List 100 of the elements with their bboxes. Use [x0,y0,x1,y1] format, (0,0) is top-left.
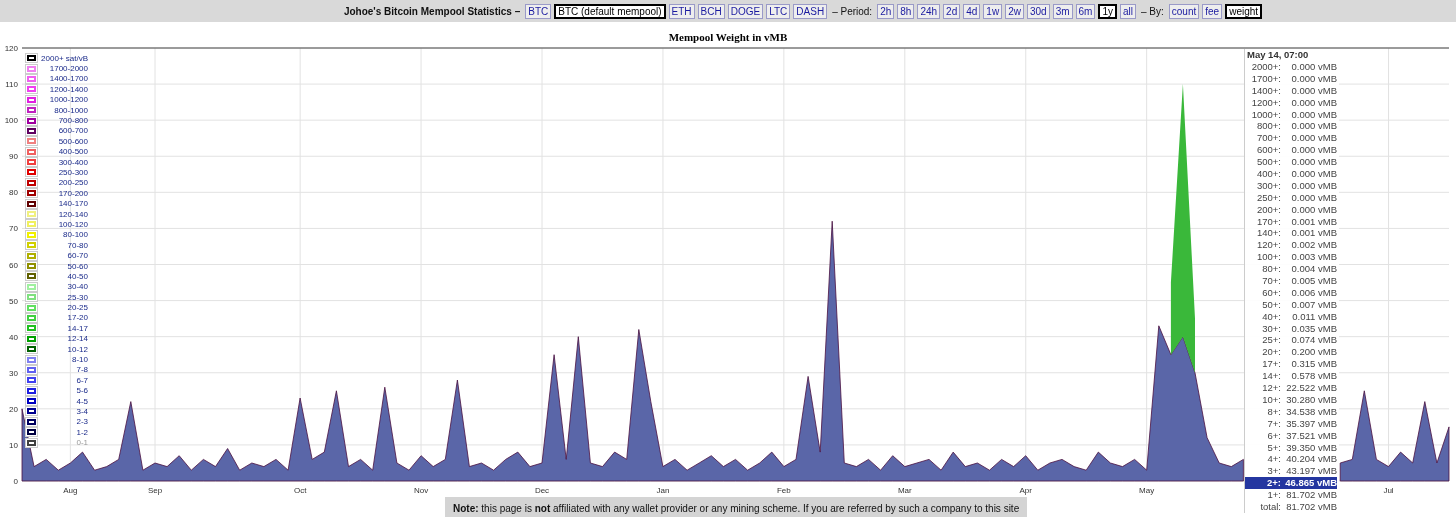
option-link[interactable]: 3m [1052,3,1073,19]
legend-swatch[interactable] [26,126,37,135]
legend-label[interactable]: 800-1000 [40,105,88,115]
legend-label[interactable]: 30-40 [40,282,88,292]
legend-label[interactable]: 3-4 [40,406,88,416]
legend-swatch[interactable] [26,106,37,115]
legend-swatch[interactable] [26,189,37,198]
option-link[interactable]: 1w [983,3,1003,19]
legend-label[interactable]: 4-5 [40,396,88,406]
legend-label[interactable]: 14-17 [40,323,88,333]
legend-swatch[interactable] [26,386,37,395]
option-link[interactable]: BTC (default mempool) [554,3,666,19]
legend-swatch[interactable] [26,116,37,125]
legend-label[interactable]: 2000+ sat/vB [40,53,88,63]
legend-swatch[interactable] [26,220,37,229]
legend-swatch[interactable] [26,74,37,83]
option-link[interactable]: LTC [766,3,791,19]
legend-swatch[interactable] [26,95,37,104]
legend-swatch[interactable] [26,168,37,177]
legend-swatch[interactable] [26,428,37,437]
legend-swatch[interactable] [26,158,37,167]
legend-label[interactable]: 120-140 [40,209,88,219]
legend-swatch[interactable] [26,178,37,187]
legend-swatch[interactable] [26,324,37,333]
option-link[interactable]: 8h [897,3,915,19]
legend-label[interactable]: 1400-1700 [40,74,88,84]
legend-swatch[interactable] [26,313,37,322]
legend-label[interactable]: 200-250 [40,178,88,188]
legend-label[interactable]: 12-14 [40,334,88,344]
legend-label[interactable]: 2-3 [40,417,88,427]
legend-label[interactable]: 700-800 [40,116,88,126]
legend-label[interactable]: 50-60 [40,261,88,271]
legend-swatch[interactable] [26,376,37,385]
option-link[interactable]: 24h [917,3,941,19]
legend-swatch[interactable] [26,303,37,312]
legend-label[interactable]: 300-400 [40,157,88,167]
legend-swatch[interactable] [26,85,37,94]
legend-label[interactable]: 170-200 [40,188,88,198]
legend-swatch[interactable] [26,64,37,73]
legend-label[interactable]: 400-500 [40,147,88,157]
legend-swatch[interactable] [26,407,37,416]
legend-label[interactable]: 5-6 [40,386,88,396]
legend-swatch[interactable] [26,210,37,219]
option-link[interactable]: 2d [943,3,961,19]
option-link[interactable]: DOGE [727,3,764,19]
option-link[interactable]: 2h [877,3,895,19]
option-link[interactable]: weight [1225,3,1263,19]
legend-swatch[interactable] [26,282,37,291]
tooltip-label: 5+: [1266,441,1281,454]
legend-swatch[interactable] [26,251,37,260]
option-link[interactable]: DASH [793,3,828,19]
legend-label[interactable]: 250-300 [40,168,88,177]
legend-swatch[interactable] [26,438,37,447]
legend-swatch[interactable] [26,417,37,426]
legend-label[interactable]: 40-50 [40,271,88,281]
legend-swatch[interactable] [26,262,37,270]
option-link[interactable]: 30d [1026,3,1050,19]
legend-swatch[interactable] [26,230,37,239]
legend-swatch[interactable] [26,365,37,374]
option-link[interactable]: ETH [668,3,695,19]
option-link[interactable]: count [1168,3,1200,19]
legend-label[interactable]: 17-20 [40,313,88,323]
legend-label[interactable]: 1-2 [40,427,88,437]
option-link[interactable]: fee [1202,3,1223,19]
legend-swatch[interactable] [26,293,37,302]
legend-swatch[interactable] [26,199,37,208]
legend-label[interactable]: 6-7 [40,375,88,385]
legend-label[interactable]: 60-70 [40,251,88,261]
option-link[interactable]: BTC [525,3,552,19]
legend-label[interactable]: 70-80 [40,240,88,250]
legend-label[interactable]: 80-100 [40,230,88,240]
legend-label[interactable]: 100-120 [40,219,88,229]
legend-swatch[interactable] [26,355,37,364]
legend-label[interactable]: 25-30 [40,292,88,302]
legend-label[interactable]: 8-10 [40,355,88,364]
legend-swatch[interactable] [26,241,37,250]
tooltip-label: 200+: [1255,203,1281,216]
option-link[interactable]: 1y [1098,3,1117,19]
option-link[interactable]: all [1120,3,1136,19]
legend-label[interactable]: 20-25 [40,303,88,313]
legend-label[interactable]: 10-12 [40,344,88,354]
legend-label[interactable]: 140-170 [40,199,88,209]
legend-swatch[interactable] [26,397,37,406]
legend-swatch[interactable] [26,272,37,281]
legend-label[interactable]: 1200-1400 [40,84,88,94]
legend-swatch[interactable] [26,334,37,343]
option-link[interactable]: 6m [1075,3,1096,19]
option-link[interactable]: BCH [697,3,725,19]
legend-label[interactable]: 500-600 [40,136,88,146]
legend-label[interactable]: 600-700 [40,126,88,136]
legend-swatch[interactable] [26,54,37,63]
legend-label[interactable]: 1000-1200 [40,95,88,105]
legend-swatch[interactable] [26,147,37,156]
legend-swatch[interactable] [26,345,37,354]
tooltip-label: 140+: [1255,227,1281,240]
legend-label[interactable]: 7-8 [40,365,88,375]
option-link[interactable]: 4d [963,3,981,19]
legend-label[interactable]: 1700-2000 [40,64,88,74]
legend-swatch[interactable] [26,137,37,146]
option-link[interactable]: 2w [1005,3,1024,19]
